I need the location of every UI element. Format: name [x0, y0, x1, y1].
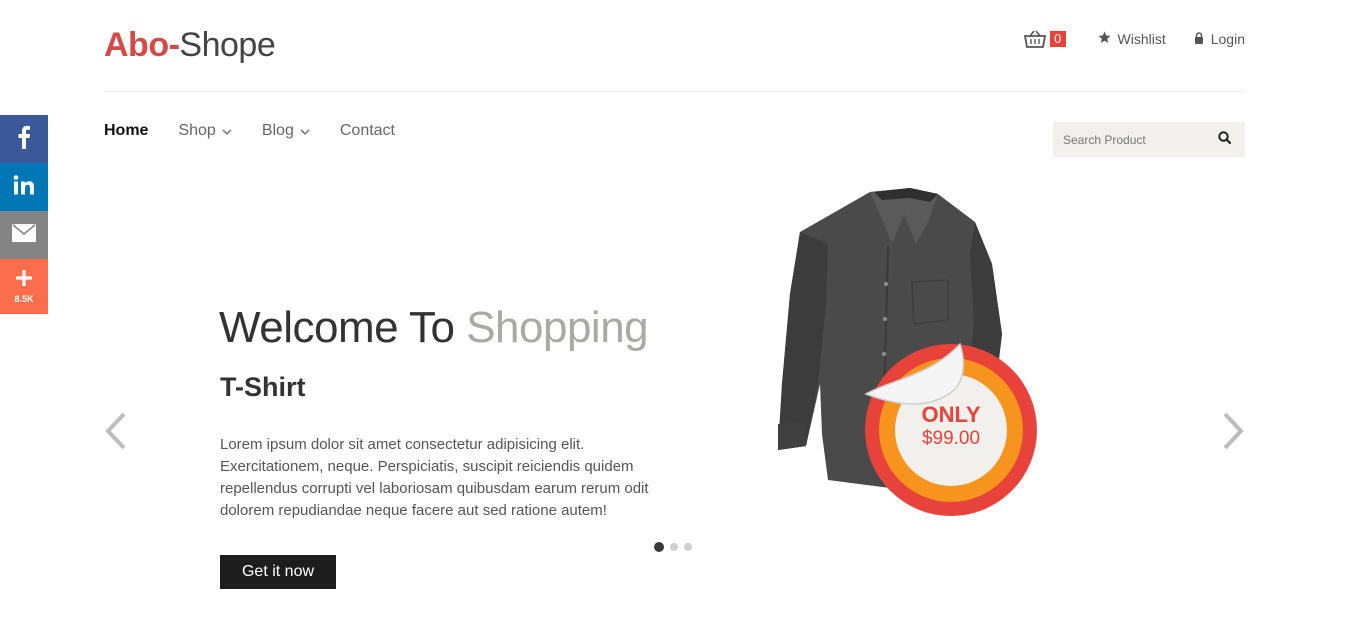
email-share-button[interactable]: [0, 211, 48, 259]
nav-item-label: Home: [104, 122, 149, 139]
more-share-button[interactable]: 8.5K: [0, 259, 48, 314]
carousel-dot[interactable]: [654, 542, 664, 552]
login-label: Login: [1210, 31, 1245, 47]
hero-title-main: Welcome To: [219, 303, 467, 352]
search-box: [1053, 122, 1245, 157]
linkedin-share-button[interactable]: [0, 163, 48, 211]
nav-item-label: Blog: [261, 122, 294, 139]
carousel-dot[interactable]: [684, 543, 692, 551]
nav-item-blog[interactable]: Blog: [262, 122, 310, 140]
star-icon: [1098, 31, 1118, 47]
carousel-dots: [654, 542, 698, 552]
hero-description: Lorem ipsum dolor sit amet consectetur a…: [220, 436, 649, 519]
logo-brand: Abo-: [104, 26, 180, 64]
nav-item-shop[interactable]: Shop: [178, 122, 232, 140]
chevron-down-icon: [222, 122, 232, 140]
mail-icon: [12, 223, 36, 247]
plus-icon: [15, 269, 33, 292]
nav-item-label: Contact: [339, 122, 395, 139]
facebook-icon: [17, 125, 31, 154]
header-links: 0 Wishlist Login: [1023, 30, 1245, 48]
share-count: 8.5K: [14, 294, 34, 304]
linkedin-icon: [13, 174, 35, 200]
main-nav: Home Shop Blog Contact: [104, 122, 425, 140]
nav-item-label: Shop: [178, 122, 216, 139]
header-divider: [104, 91, 1245, 92]
search-input[interactable]: [1063, 132, 1193, 147]
product-image: [770, 184, 1045, 519]
slider-prev-arrow[interactable]: [104, 412, 128, 455]
facebook-share-button[interactable]: [0, 115, 48, 163]
wishlist-label: Wishlist: [1117, 31, 1166, 47]
logo-text: Shope: [179, 26, 276, 64]
logo[interactable]: Abo-Shope: [104, 26, 276, 65]
chevron-right-icon: [1221, 412, 1245, 454]
chevron-down-icon: [300, 122, 310, 140]
login-link[interactable]: Login: [1194, 31, 1245, 47]
social-share-bar: 8.5K: [0, 115, 48, 314]
price-badge: ONLY $99.00: [900, 402, 1002, 450]
hero-title-highlight: Shopping: [466, 303, 649, 352]
badge-only-label: ONLY: [921, 402, 981, 427]
shirt-illustration: [778, 188, 1037, 516]
lock-icon: [1194, 31, 1211, 47]
hero-title: Welcome To Shopping: [219, 303, 649, 353]
search-icon[interactable]: [1218, 130, 1232, 149]
hero-subtitle: T-Shirt: [220, 372, 306, 402]
chevron-left-icon: [104, 412, 128, 454]
nav-item-contact[interactable]: Contact: [340, 122, 395, 140]
basket-icon: [1023, 30, 1046, 48]
cart-count-badge: 0: [1049, 31, 1066, 47]
wishlist-link[interactable]: Wishlist: [1098, 31, 1166, 47]
get-it-now-button[interactable]: Get it now: [220, 555, 336, 589]
badge-price: $99.00: [921, 428, 981, 449]
slider-next-arrow[interactable]: [1221, 412, 1245, 455]
nav-item-home[interactable]: Home: [104, 122, 148, 140]
cart-button[interactable]: 0: [1023, 30, 1066, 48]
carousel-dot[interactable]: [670, 543, 678, 551]
